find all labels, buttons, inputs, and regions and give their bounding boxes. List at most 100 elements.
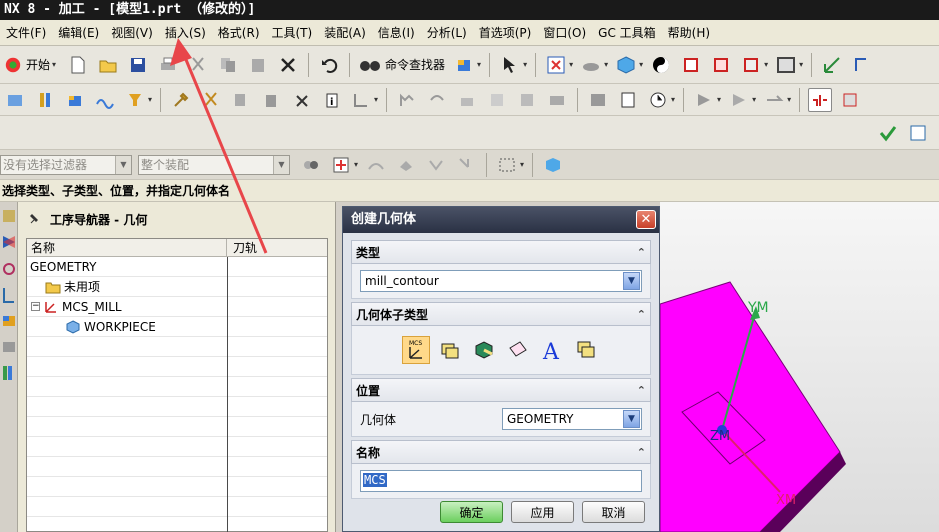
- menu-analysis[interactable]: 分析(L): [421, 20, 473, 46]
- menu-assembly[interactable]: 装配(A): [318, 20, 372, 46]
- menu-preferences[interactable]: 首选项(P): [473, 20, 538, 46]
- copy-button[interactable]: [216, 53, 240, 77]
- delete-button[interactable]: [276, 53, 300, 77]
- menu-format[interactable]: 格式(R): [212, 20, 266, 46]
- menu-window[interactable]: 窗口(O): [537, 20, 592, 46]
- replay-toolpath-button[interactable]: [425, 88, 449, 112]
- snap-point-button[interactable]: [329, 153, 353, 177]
- subtype-mill-text-button[interactable]: A: [538, 336, 566, 364]
- assembly-scope-combo[interactable]: 整个装配 ▼: [138, 154, 290, 175]
- paste-button[interactable]: [246, 53, 270, 77]
- save-button[interactable]: [126, 53, 150, 77]
- menu-file[interactable]: 文件(F): [0, 20, 52, 46]
- type-filter-combo[interactable]: 没有选择过滤器 ▼: [0, 154, 132, 175]
- subtype-mill-area-button[interactable]: [470, 336, 498, 364]
- print-button[interactable]: [156, 53, 180, 77]
- undo-button[interactable]: [317, 53, 341, 77]
- edit-object-button[interactable]: [169, 88, 193, 112]
- rotate-view-button[interactable]: [579, 53, 603, 77]
- cam-tool-1[interactable]: [3, 88, 27, 112]
- column-header-name[interactable]: 名称: [27, 239, 227, 256]
- menu-view[interactable]: 视图(V): [105, 20, 159, 46]
- command-finder-button[interactable]: 命令查找器: [355, 56, 449, 74]
- tree-row-mcs-mill[interactable]: − MCS_MILL: [27, 297, 327, 317]
- feed-rate-button[interactable]: [727, 88, 751, 112]
- cut-object-button[interactable]: [199, 88, 223, 112]
- background-button[interactable]: [774, 53, 798, 77]
- subtype-mill-geom-button[interactable]: [572, 336, 600, 364]
- resource-tab-reuse[interactable]: [1, 310, 17, 332]
- component-select-button[interactable]: [454, 153, 478, 177]
- output-cls-button[interactable]: [616, 88, 640, 112]
- rectangle-select-button[interactable]: [495, 153, 519, 177]
- verify-toolpath-button[interactable]: [455, 88, 479, 112]
- geometry-name-input[interactable]: MCS: [360, 470, 642, 492]
- part-navigator-button[interactable]: [452, 53, 476, 77]
- fit-view-button[interactable]: [544, 53, 568, 77]
- selection-priority-button[interactable]: [299, 153, 323, 177]
- generate-toolpath-button[interactable]: [395, 88, 419, 112]
- open-button[interactable]: [96, 53, 120, 77]
- tree-row-geometry[interactable]: GEOMETRY: [27, 257, 327, 277]
- shaded-view-button[interactable]: [614, 53, 638, 77]
- create-tool-button[interactable]: [123, 88, 147, 112]
- selection-tool-button[interactable]: [498, 53, 522, 77]
- copy-object-button[interactable]: [229, 88, 253, 112]
- resource-tab-navigator[interactable]: [1, 284, 17, 306]
- 3d-view-button[interactable]: [541, 153, 565, 177]
- tree-row-unused[interactable]: 未用项: [27, 277, 327, 297]
- object-info-button[interactable]: i: [319, 88, 343, 112]
- geometry-view-button[interactable]: [808, 87, 833, 112]
- subtype-workpiece-button[interactable]: [436, 336, 464, 364]
- resource-tab-history[interactable]: [1, 336, 17, 358]
- section-type-header[interactable]: 类型 ⌃: [351, 240, 651, 264]
- paste-object-button[interactable]: [259, 88, 283, 112]
- cut-button[interactable]: [186, 53, 210, 77]
- shop-doc-button[interactable]: [545, 88, 569, 112]
- menu-gc-toolbox[interactable]: GC 工具箱: [592, 20, 662, 46]
- cam-tool-2[interactable]: [33, 88, 57, 112]
- face-select-button[interactable]: [394, 153, 418, 177]
- menu-edit[interactable]: 编辑(E): [52, 20, 105, 46]
- wcs-orient-button[interactable]: [850, 53, 874, 77]
- menu-help[interactable]: 帮助(H): [662, 20, 716, 46]
- create-geometry-button[interactable]: [63, 88, 87, 112]
- machine-tool-button[interactable]: [586, 88, 610, 112]
- feature-select-button[interactable]: [424, 153, 448, 177]
- wcs-button[interactable]: [820, 53, 844, 77]
- delete-object-button[interactable]: [289, 88, 313, 112]
- postprocess-button[interactable]: [515, 88, 539, 112]
- transform-button[interactable]: [692, 88, 716, 112]
- edge-select-button[interactable]: [364, 153, 388, 177]
- cancel-button[interactable]: 取消: [582, 501, 645, 523]
- collapse-toggle[interactable]: −: [31, 302, 40, 311]
- apply-button[interactable]: 应用: [511, 501, 574, 523]
- type-select[interactable]: mill_contour ▼: [360, 270, 642, 292]
- column-header-toolpath[interactable]: 刀轨: [227, 239, 257, 256]
- menu-tools[interactable]: 工具(T): [266, 20, 319, 46]
- subtype-mcs-button[interactable]: MCS: [402, 336, 430, 364]
- section-name-header[interactable]: 名称 ⌃: [351, 440, 651, 464]
- render-style-button[interactable]: [649, 53, 673, 77]
- list-toolpath-button[interactable]: [485, 88, 509, 112]
- graphics-window[interactable]: YM ZM XM: [660, 202, 939, 532]
- resource-tab-constraint[interactable]: [1, 232, 17, 254]
- ok-button[interactable]: 确定: [440, 501, 503, 523]
- section-view-button[interactable]: [739, 53, 763, 77]
- pin-icon[interactable]: [28, 212, 42, 226]
- check-list-button[interactable]: [906, 121, 930, 145]
- machine-view-button[interactable]: [838, 88, 862, 112]
- tool-axis-button[interactable]: [762, 88, 786, 112]
- check-button[interactable]: [876, 121, 900, 145]
- resource-tab-part[interactable]: [1, 258, 17, 280]
- resource-tab-assembly[interactable]: [1, 206, 17, 228]
- edge-display-button[interactable]: [679, 53, 703, 77]
- section-position-header[interactable]: 位置 ⌃: [351, 378, 651, 402]
- close-button[interactable]: ✕: [636, 210, 656, 229]
- section-subtype-header[interactable]: 几何体子类型 ⌃: [351, 302, 651, 326]
- resource-tab-roles[interactable]: [1, 362, 17, 384]
- hidden-edges-button[interactable]: [709, 53, 733, 77]
- tree-row-workpiece[interactable]: WORKPIECE: [27, 317, 327, 337]
- start-button[interactable]: 开始 ▾: [0, 56, 63, 74]
- create-method-button[interactable]: [93, 88, 117, 112]
